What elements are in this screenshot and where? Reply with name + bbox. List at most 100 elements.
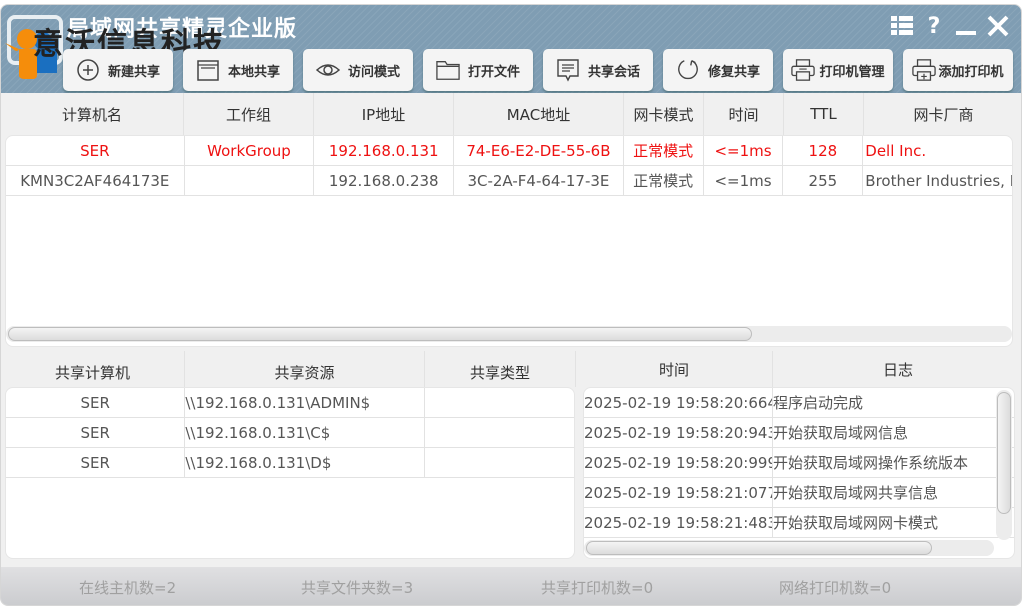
cell-vendor: Dell Inc. (865, 141, 927, 160)
printer-manage-button[interactable]: 打印机管理 (783, 49, 893, 91)
cell-vendor: Brother Industries, Ltd. (865, 171, 1012, 190)
cell-time: <=1ms (704, 166, 784, 195)
menu-button[interactable] (889, 13, 915, 39)
hosts-scroll-thumb[interactable] (8, 327, 752, 341)
log-row[interactable]: 2025-02-19 19:58:21:483 开始获取局域网网卡模式 (584, 508, 1014, 538)
col-share-computer[interactable]: 共享计算机 (1, 351, 185, 387)
cell-log-message: 程序启动完成 (773, 394, 864, 412)
eye-icon (315, 58, 340, 82)
log-table-body: 2025-02-19 19:58:20:664 程序启动完成 2025-02-1… (583, 387, 1015, 559)
repair-share-button[interactable]: 修复共享 (663, 49, 773, 91)
cell-computer-name: KMN3C2AF464173E (6, 166, 185, 195)
cell-ttl: 255 (783, 166, 864, 195)
col-computer-name[interactable]: 计算机名 (1, 93, 184, 135)
shares-table: 共享计算机 共享资源 共享类型 SER \\192.168.0.131\ADMI… (1, 351, 575, 565)
printer-icon (791, 58, 816, 82)
chat-icon (556, 58, 580, 82)
title-bar: 局域网共享精灵企业版 意沃信息科技 ? 新建共享 本地共享 访问模式 打开文件 … (1, 5, 1021, 93)
col-ip[interactable]: IP地址 (314, 93, 454, 135)
minimize-button[interactable] (953, 13, 979, 39)
local-share-label: 本地共享 (227, 64, 280, 80)
log-row[interactable]: 2025-02-19 19:58:21:077 开始获取局域网共享信息 (584, 478, 1014, 508)
col-mac[interactable]: MAC地址 (454, 93, 624, 135)
cell-log-message: 开始获取局域网网卡模式 (773, 514, 939, 532)
shares-table-body: SER \\192.168.0.131\ADMIN$ SER \\192.168… (5, 387, 575, 559)
cell-share-resource: \\192.168.0.131\ADMIN$ (185, 388, 425, 417)
open-file-label: 打开文件 (467, 64, 520, 80)
cell-share-type (425, 448, 574, 477)
col-log-time[interactable]: 时间 (575, 351, 773, 387)
cell-share-computer: SER (6, 448, 186, 477)
refresh-icon (676, 58, 700, 82)
window-controls: ? (889, 13, 1011, 39)
table-row[interactable]: SER \\192.168.0.131\D$ (6, 448, 574, 478)
col-nic-mode[interactable]: 网卡模式 (624, 93, 704, 135)
log-vertical-scrollbar[interactable] (996, 390, 1012, 540)
app-window: 局域网共享精灵企业版 意沃信息科技 ? 新建共享 本地共享 访问模式 打开文件 … (0, 4, 1022, 606)
table-row[interactable]: SER \\192.168.0.131\C$ (6, 418, 574, 448)
status-shared-printers: 共享打印机数=0 (541, 578, 654, 597)
table-row[interactable]: KMN3C2AF464173E 192.168.0.238 3C-2A-F4-6… (6, 166, 1012, 196)
cell-mac: 74-E6-E2-DE-55-6B (454, 136, 624, 165)
cell-share-resource: \\192.168.0.131\C$ (185, 418, 425, 447)
log-row[interactable]: 2025-02-19 19:58:20:943 开始获取局域网信息 (584, 418, 1014, 448)
cell-share-resource: \\192.168.0.131\D$ (185, 448, 425, 477)
help-button[interactable]: ? (921, 13, 947, 39)
close-icon (987, 15, 1009, 37)
status-online-hosts: 在线主机数=2 (79, 578, 177, 597)
cell-log-time: 2025-02-19 19:58:21:483 (584, 508, 773, 537)
share-session-button[interactable]: 共享会话 (543, 49, 653, 91)
log-hscroll-thumb[interactable] (586, 541, 932, 555)
col-share-resource[interactable]: 共享资源 (185, 351, 425, 387)
cell-workgroup (185, 166, 315, 195)
access-mode-label: 访问模式 (347, 64, 400, 80)
log-table-header: 时间 日志 (575, 351, 1021, 387)
cell-log-time: 2025-02-19 19:58:20:664 (584, 388, 773, 417)
status-shared-folders: 共享文件夹数=3 (301, 578, 414, 597)
cell-log-message: 开始获取局域网共享信息 (773, 484, 939, 502)
menu-list-icon (891, 16, 913, 35)
plus-circle-icon (76, 58, 100, 82)
status-bar: 在线主机数=2 共享文件夹数=3 共享打印机数=0 网络打印机数=0 (1, 567, 1021, 605)
cell-log-time: 2025-02-19 19:58:20:999 (584, 448, 773, 477)
folder-icon (436, 58, 460, 82)
col-ttl[interactable]: TTL (784, 93, 864, 135)
add-printer-label: 添加打印机 (938, 64, 1004, 80)
col-log-message[interactable]: 日志 (773, 351, 1021, 387)
col-workgroup[interactable]: 工作组 (184, 93, 314, 135)
cell-ttl: 128 (783, 136, 864, 165)
col-vendor[interactable]: 网卡厂商 (864, 93, 1021, 135)
log-vscroll-thumb[interactable] (997, 392, 1011, 514)
cell-workgroup: WorkGroup (185, 136, 315, 165)
status-network-printers: 网络打印机数=0 (779, 578, 892, 597)
cell-computer-name: SER (6, 136, 185, 165)
log-row[interactable]: 2025-02-19 19:58:20:999 开始获取局域网操作系统版本 (584, 448, 1014, 478)
cell-mac: 3C-2A-F4-64-17-3E (454, 166, 624, 195)
close-button[interactable] (985, 13, 1011, 39)
add-printer-button[interactable]: 添加打印机 (903, 49, 1013, 91)
minimize-icon (956, 31, 976, 35)
new-share-button[interactable]: 新建共享 (63, 49, 173, 91)
printer-add-icon (912, 58, 937, 82)
new-share-label: 新建共享 (107, 64, 160, 80)
hosts-horizontal-scrollbar[interactable] (6, 326, 1012, 342)
cell-share-computer: SER (6, 388, 186, 417)
cell-share-type (425, 418, 574, 447)
access-mode-button[interactable]: 访问模式 (303, 49, 413, 91)
local-share-button[interactable]: 本地共享 (183, 49, 293, 91)
cell-log-message: 开始获取局域网信息 (773, 424, 909, 442)
open-file-button[interactable]: 打开文件 (423, 49, 533, 91)
log-horizontal-scrollbar[interactable] (584, 540, 994, 556)
hosts-table: 计算机名 工作组 IP地址 MAC地址 网卡模式 时间 TTL 网卡厂商 SER… (1, 93, 1021, 351)
log-row[interactable]: 2025-02-19 19:58:20:664 程序启动完成 (584, 388, 1014, 418)
cell-log-message: 开始获取局域网操作系统版本 (773, 454, 969, 472)
cell-time: <=1ms (704, 136, 784, 165)
hosts-table-header: 计算机名 工作组 IP地址 MAC地址 网卡模式 时间 TTL 网卡厂商 (1, 93, 1021, 135)
col-time[interactable]: 时间 (704, 93, 784, 135)
cell-nic-mode: 正常模式 (624, 136, 704, 165)
printer-manage-label: 打印机管理 (819, 64, 885, 80)
col-share-type[interactable]: 共享类型 (425, 351, 575, 387)
table-row[interactable]: SER WorkGroup 192.168.0.131 74-E6-E2-DE-… (6, 136, 1012, 166)
table-row[interactable]: SER \\192.168.0.131\ADMIN$ (6, 388, 574, 418)
cell-ip: 192.168.0.238 (314, 166, 455, 195)
